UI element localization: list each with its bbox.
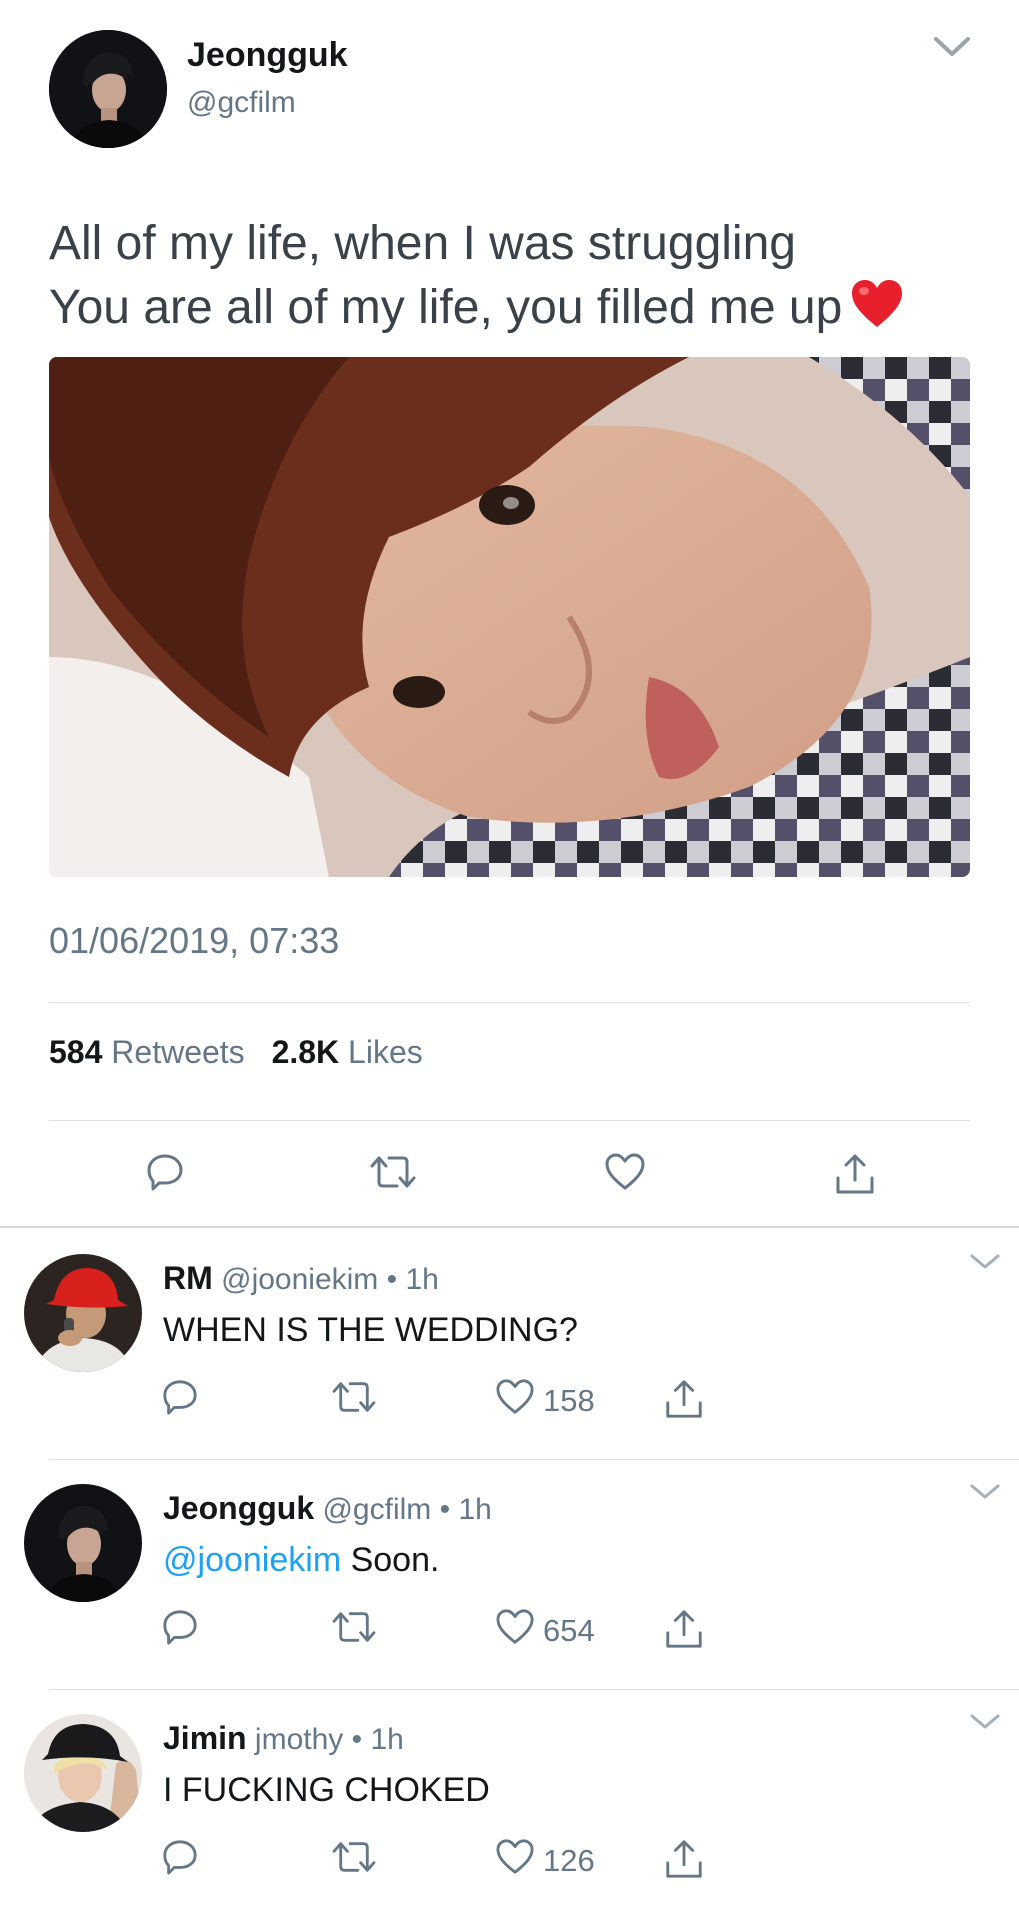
reply-time: 1h [370, 1723, 404, 1756]
tweet-photo[interactable] [49, 357, 970, 877]
avatar[interactable] [24, 1254, 142, 1372]
share-icon[interactable] [663, 1608, 705, 1650]
mention-link[interactable]: @jooniekim [163, 1541, 341, 1579]
reply-text: I FUCKING CHOKED [163, 1771, 490, 1809]
reply-item[interactable]: RM @jooniekim • 1h WHEN IS THE WEDDING? … [0, 1230, 1019, 1460]
separator-dot: • [439, 1493, 451, 1526]
like-count[interactable]: 2.8K [272, 1034, 340, 1070]
author-avatar[interactable] [49, 30, 167, 148]
avatar[interactable] [24, 1484, 142, 1602]
separator-dot: • [386, 1263, 398, 1296]
like-icon[interactable] [604, 1152, 646, 1192]
tweet-text-line-2: You are all of my life, you filled me up [49, 276, 1009, 346]
tweet-text: All of my life, when I was struggling Yo… [49, 212, 1009, 346]
tweet-timestamp: 01/06/2019, 07:33 [49, 920, 340, 961]
chevron-down-icon[interactable] [932, 34, 972, 60]
share-icon[interactable] [663, 1838, 705, 1880]
reply-item[interactable]: Jimin jmothy • 1h I FUCKING CHOKED 126 [0, 1690, 1019, 1920]
reply-text: @jooniekim Soon. [163, 1541, 439, 1580]
reply-text-content: Soon. [341, 1541, 440, 1579]
like-count: 126 [543, 1843, 595, 1878]
reply-author-name[interactable]: Jimin [163, 1720, 247, 1756]
main-tweet: Jeongguk @gcfilm All of my life, when I … [0, 0, 1019, 1228]
retweet-icon[interactable] [331, 1378, 377, 1416]
like-count: 654 [543, 1613, 595, 1648]
chevron-down-icon[interactable] [968, 1482, 1002, 1502]
heart-emoji-icon [850, 279, 904, 346]
reply-header: Jimin jmothy • 1h [163, 1720, 404, 1757]
reply-icon[interactable] [145, 1152, 185, 1192]
author-handle[interactable]: @gcfilm [187, 86, 296, 120]
reply-text: WHEN IS THE WEDDING? [163, 1311, 578, 1349]
like-icon[interactable] [495, 1838, 535, 1876]
retweet-icon[interactable] [331, 1608, 377, 1646]
reply-icon[interactable] [161, 1378, 199, 1416]
reply-icon[interactable] [161, 1838, 199, 1876]
author-name[interactable]: Jeongguk [187, 36, 348, 75]
share-icon[interactable] [663, 1378, 705, 1420]
reply-item[interactable]: Jeongguk @gcfilm • 1h @jooniekim Soon. 6… [0, 1460, 1019, 1690]
tweet-stats: 584 Retweets 2.8K Likes [49, 1034, 441, 1071]
reply-author-handle[interactable]: jmothy [255, 1723, 343, 1756]
reply-author-name[interactable]: Jeongguk [163, 1490, 314, 1526]
retweet-count[interactable]: 584 [49, 1034, 102, 1070]
chevron-down-icon[interactable] [968, 1252, 1002, 1272]
reply-icon[interactable] [161, 1608, 199, 1646]
reply-time: 1h [458, 1493, 492, 1526]
tweet-text-line-2-content: You are all of my life, you filled me up [49, 281, 843, 334]
divider [49, 1002, 970, 1003]
retweet-icon[interactable] [331, 1838, 377, 1876]
reply-author-handle[interactable]: @gcfilm [322, 1493, 431, 1526]
tweet-text-line-1: All of my life, when I was struggling [49, 217, 796, 270]
like-count: 158 [543, 1383, 595, 1418]
like-icon[interactable] [495, 1378, 535, 1416]
reply-header: Jeongguk @gcfilm • 1h [163, 1490, 492, 1527]
separator-dot: • [351, 1723, 363, 1756]
like-icon[interactable] [495, 1608, 535, 1646]
reply-header: RM @jooniekim • 1h [163, 1260, 439, 1297]
retweet-icon[interactable] [369, 1152, 417, 1192]
reply-time: 1h [405, 1263, 439, 1296]
reply-author-handle[interactable]: @jooniekim [221, 1263, 378, 1296]
divider [49, 1120, 970, 1121]
share-icon[interactable] [833, 1152, 877, 1196]
reply-author-name[interactable]: RM [163, 1260, 213, 1296]
retweet-label[interactable]: Retweets [111, 1034, 244, 1070]
avatar[interactable] [24, 1714, 142, 1832]
like-label[interactable]: Likes [348, 1034, 423, 1070]
chevron-down-icon[interactable] [968, 1712, 1002, 1732]
